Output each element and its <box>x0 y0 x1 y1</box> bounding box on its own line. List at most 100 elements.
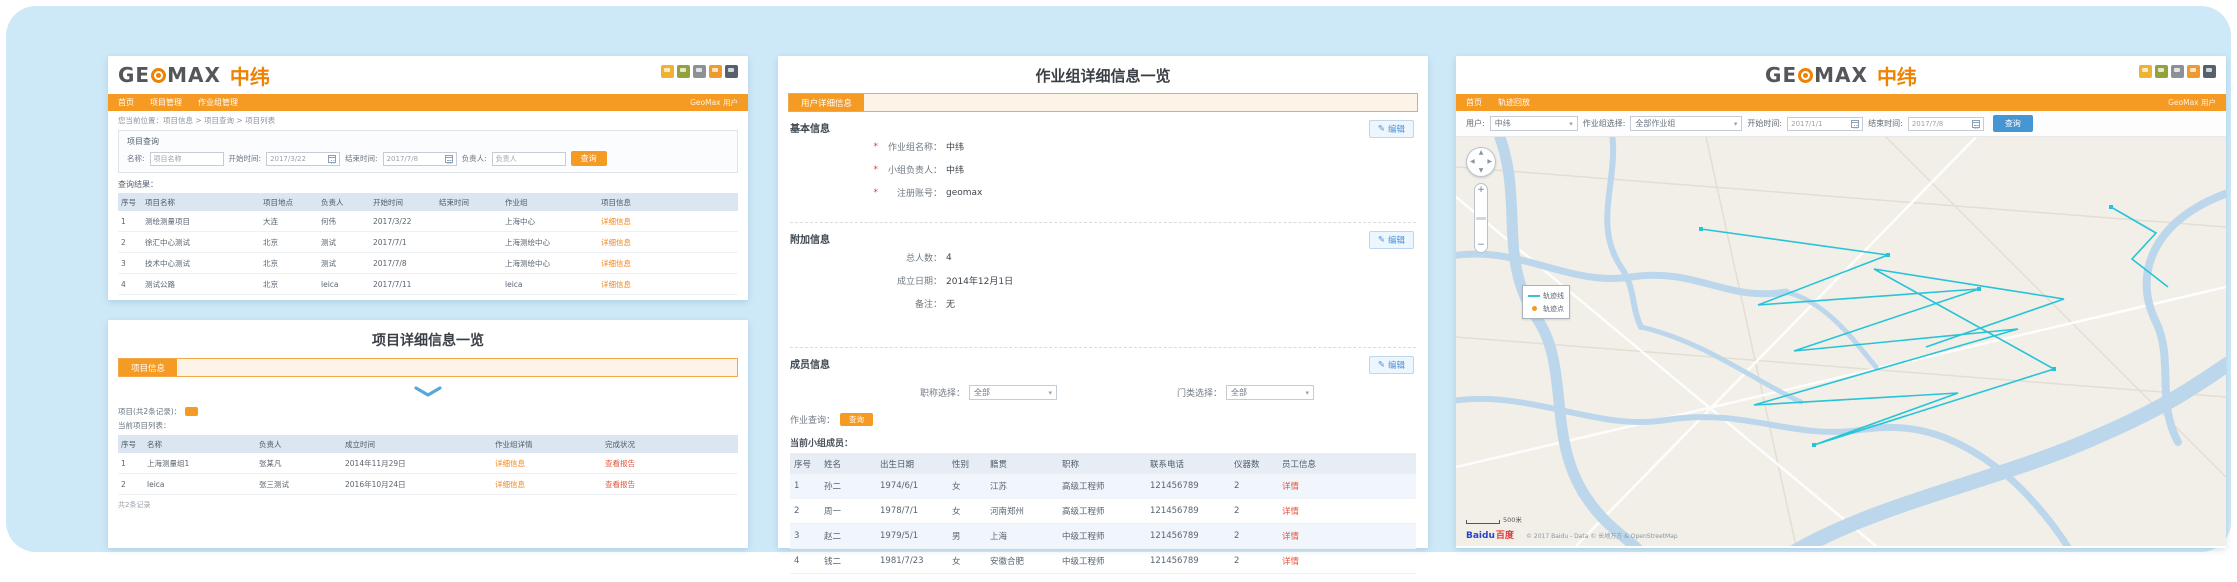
category-select[interactable]: 全部▾ <box>1226 385 1314 400</box>
map-legend: 轨迹线 轨迹点 <box>1522 285 1570 319</box>
input-value: 项目名称 <box>154 154 182 164</box>
instrument-icon <box>725 65 738 78</box>
projects-panel: GEMAX 中纬 首页项目管理作业组管理 GeoMax 用户 您当前位置：项目信… <box>108 56 748 300</box>
filter-label: 名称: <box>127 153 145 164</box>
calendar-icon[interactable] <box>1851 120 1859 128</box>
column-header: 负责人 <box>256 435 342 453</box>
member-query-button[interactable]: 查询 <box>840 413 873 426</box>
logo-cn-text: 中纬 <box>230 61 270 90</box>
column-header: 职称 <box>1058 453 1146 474</box>
column-header: 性别 <box>948 453 986 474</box>
map-zoom-control[interactable]: + − <box>1474 183 1488 253</box>
end-date-input[interactable]: 2017/7/8 <box>383 152 457 166</box>
table-cell <box>436 232 502 253</box>
calendar-icon[interactable] <box>328 155 336 163</box>
title-filter: 职称选择： 全部▾ <box>920 385 1057 400</box>
column-header: 作业组 <box>502 193 598 211</box>
table-cell <box>436 211 502 232</box>
detail-link[interactable]: 详细信息 <box>492 453 602 474</box>
start-date-input[interactable]: 2017/1/1 <box>1787 117 1863 131</box>
table-cell: 2 <box>118 232 142 253</box>
table-cell: 上海测绘中心 <box>502 232 598 253</box>
tab-project-info[interactable]: 项目信息 <box>119 359 177 376</box>
column-header: 开始时间 <box>370 193 436 211</box>
member-detail-link[interactable]: 详情 <box>1278 499 1416 524</box>
field-value: 中纬 <box>946 140 964 153</box>
zoom-slider[interactable] <box>1476 217 1486 220</box>
logo-text: GE <box>118 63 150 87</box>
table-header-row: 序号姓名出生日期性别籍贯职称联系电话仪器数员工信息 <box>790 453 1416 474</box>
map-pan-control[interactable]: ▲ ▼ ◀ ▶ <box>1466 147 1496 177</box>
detail-link[interactable]: 详细信息 <box>492 474 602 495</box>
nav-user[interactable]: GeoMax 用户 <box>2168 97 2216 108</box>
nav-user[interactable]: GeoMax 用户 <box>690 97 738 108</box>
table-header-row: 序号名称负责人成立时间作业组详情完成状况 <box>118 435 738 453</box>
app-header: GEMAX 中纬 <box>108 56 748 94</box>
column-header: 结束时间 <box>436 193 502 211</box>
title-select[interactable]: 全部▾ <box>969 385 1057 400</box>
table-cell: 测试 <box>318 253 370 274</box>
member-detail-link[interactable]: 详情 <box>1278 524 1416 549</box>
pan-right-icon[interactable]: ▶ <box>1487 159 1492 165</box>
result-label: 查询结果： <box>108 173 748 193</box>
search-button[interactable]: 查询 <box>571 151 607 166</box>
member-detail-link[interactable]: 详情 <box>1278 549 1416 574</box>
edit-basic-button[interactable]: ✎编辑 <box>1369 120 1414 138</box>
progress-link[interactable]: 查看报告 <box>602 453 738 474</box>
member-detail-link[interactable]: 详情 <box>1278 474 1416 499</box>
tab-user-detail[interactable]: 用户详细信息 <box>789 94 864 111</box>
group-select[interactable]: 全部作业组▾ <box>1630 116 1742 131</box>
nav-item[interactable]: 项目管理 <box>150 97 182 108</box>
detail-link[interactable]: 详细信息 <box>598 232 738 253</box>
table-cell: 北京 <box>260 232 318 253</box>
add-icon[interactable] <box>185 407 198 416</box>
filter-label: 门类选择： <box>1177 386 1222 399</box>
records-note-text: 项目(共2条记录)： <box>118 406 181 417</box>
user-label: 用户: <box>1466 118 1485 129</box>
calendar-icon[interactable] <box>1972 120 1980 128</box>
field-row: *小组负责人：中纬 <box>870 158 1416 181</box>
calendar-icon[interactable] <box>445 155 453 163</box>
zoom-in-button[interactable]: + <box>1477 186 1485 195</box>
map-canvas[interactable]: ▲ ▼ ◀ ▶ + − 轨迹线 轨迹点 500米 Baidu百度 © 2017 … <box>1456 137 2226 546</box>
end-date-input[interactable]: 2017/7/8 <box>1908 117 1984 131</box>
table-cell: 2 <box>1230 499 1278 524</box>
nav-item[interactable]: 作业组管理 <box>198 97 238 108</box>
pan-up-icon[interactable]: ▲ <box>1479 150 1484 156</box>
expand-control[interactable] <box>108 377 748 403</box>
pan-down-icon[interactable]: ▼ <box>1479 168 1484 174</box>
table-cell: 2017/3/22 <box>370 211 436 232</box>
table-cell: 北京 <box>260 253 318 274</box>
section-label: 成员信息 <box>790 356 1416 371</box>
nav-item[interactable]: 首页 <box>1466 97 1482 108</box>
table-cell: 121456789 <box>1146 524 1230 549</box>
detail-link[interactable]: 详细信息 <box>598 274 738 295</box>
table-cell: 4 <box>118 274 142 295</box>
progress-link[interactable]: 查看报告 <box>602 474 738 495</box>
edit-members-button[interactable]: ✎编辑 <box>1369 356 1414 374</box>
legend-label: 轨迹点 <box>1543 304 1564 314</box>
user-select[interactable]: 中纬▾ <box>1490 116 1578 131</box>
pan-left-icon[interactable]: ◀ <box>1470 159 1475 165</box>
table-cell: 测试 <box>318 232 370 253</box>
instrument-icon <box>2187 65 2200 78</box>
nav-item[interactable]: 轨迹回放 <box>1498 97 1530 108</box>
instrument-icon <box>709 65 722 78</box>
leader-input[interactable]: 负责人 <box>492 152 566 166</box>
detail-link[interactable]: 详细信息 <box>598 253 738 274</box>
members-section: 成员信息 ✎编辑 职称选择： 全部▾ 门类选择： 全部▾ 作业查询： 查询 当前… <box>790 348 1416 582</box>
column-header: 项目信息 <box>598 193 738 211</box>
start-date-input[interactable]: 2017/3/22 <box>266 152 340 166</box>
nav-item[interactable]: 首页 <box>118 97 134 108</box>
page-title: 项目详细信息一览 <box>108 320 748 358</box>
logo-cn-text: 中纬 <box>1877 61 1917 90</box>
detail-link[interactable]: 详细信息 <box>598 211 738 232</box>
project-name-input[interactable]: 项目名称 <box>150 152 224 166</box>
zoom-out-button[interactable]: − <box>1477 241 1485 250</box>
track-query-button[interactable]: 查询 <box>1993 115 2033 132</box>
edit-extra-button[interactable]: ✎编辑 <box>1369 231 1414 249</box>
table-cell: 2 <box>1230 524 1278 549</box>
records-note: 项目(共2条记录)： <box>108 403 748 418</box>
instrument-icon <box>2171 65 2184 78</box>
table-cell: 何伟 <box>318 211 370 232</box>
